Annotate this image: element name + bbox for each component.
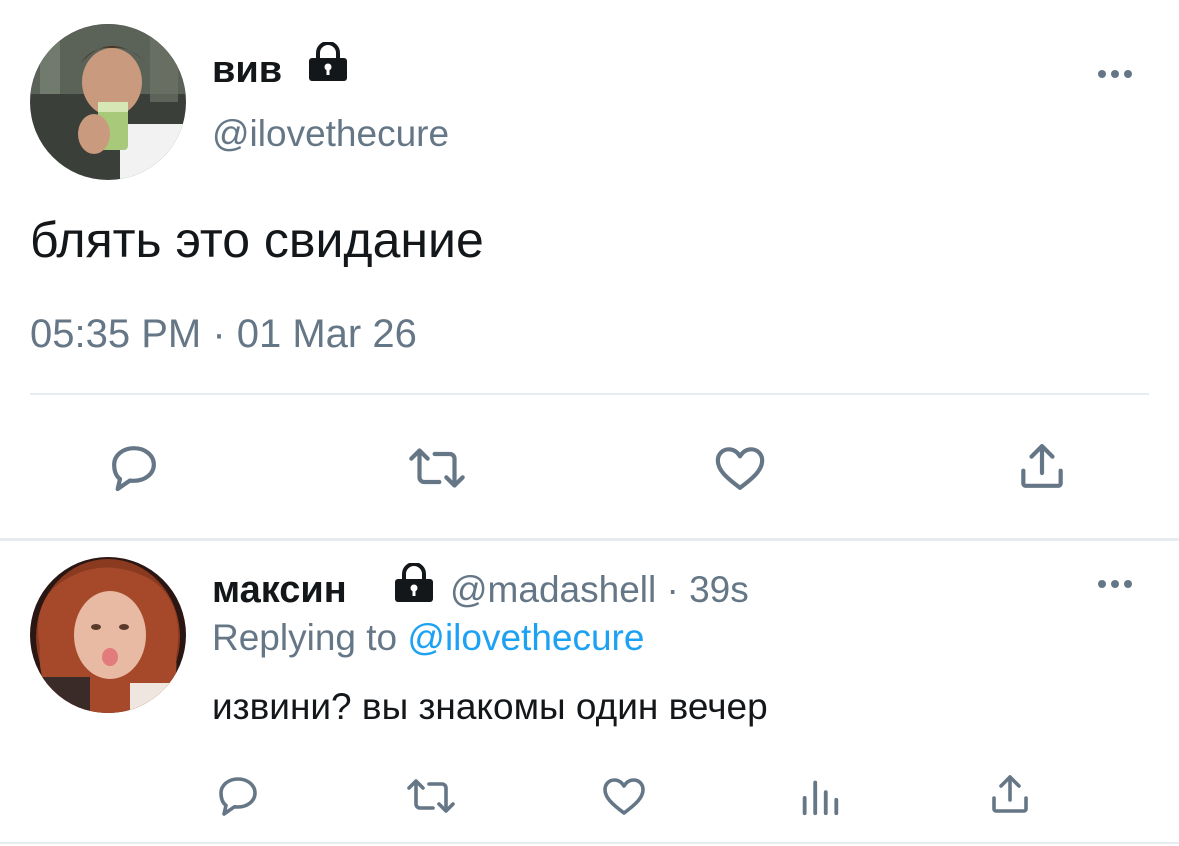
main-handle[interactable]: @ilovethecure [212,112,449,156]
reply-time[interactable]: 39s [689,569,749,610]
lock-icon [306,42,350,82]
reply-display-name[interactable]: максин [212,568,347,612]
lock-icon [392,563,436,603]
reply-handle[interactable]: @madashell [450,569,656,610]
share-icon[interactable] [1012,436,1072,496]
reply-tweet-text: извини? вы знакомы один вечер [212,686,768,727]
replying-prefix: Replying to [212,617,398,658]
reply-icon[interactable] [104,438,164,498]
main-more-icon[interactable] [1098,70,1132,78]
analytics-icon[interactable] [794,770,846,822]
main-tweet-avatar[interactable] [30,24,186,180]
bottom-divider [0,842,1179,844]
main-tweet-text: блять это свидание [30,212,484,268]
replying-to-line: Replying to @ilovethecure [212,616,644,660]
divider [30,393,1149,395]
meta-separator: · [666,569,679,610]
share-icon[interactable] [984,768,1036,820]
retweet-icon[interactable] [400,770,462,822]
reply-icon[interactable] [212,770,264,822]
like-icon[interactable] [710,438,770,498]
reply-more-icon[interactable] [1098,580,1132,588]
main-display-name[interactable]: вив [212,48,282,92]
reply-meta: @madashell · 39s [450,568,749,612]
replying-handle-link[interactable]: @ilovethecure [407,617,644,658]
reply-tweet-avatar[interactable] [30,557,186,713]
retweet-icon[interactable] [402,438,472,498]
main-timestamp[interactable]: 05:35 PM · 01 Mar 26 [30,310,417,358]
like-icon[interactable] [598,770,650,822]
tweet-separator [0,538,1179,541]
